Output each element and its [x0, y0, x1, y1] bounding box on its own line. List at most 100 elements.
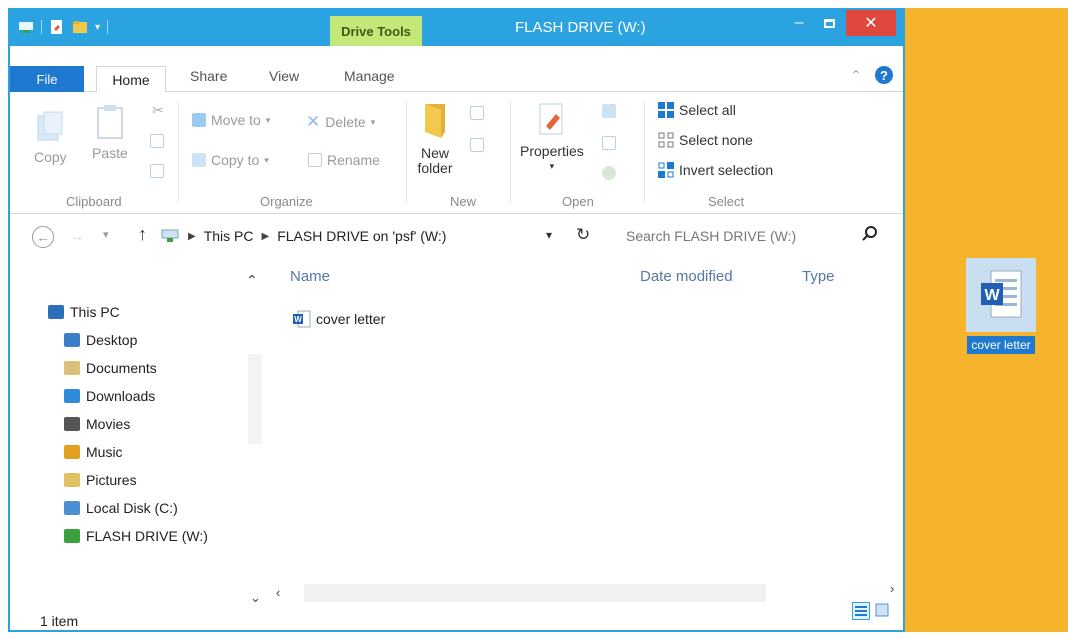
properties-icon [539, 103, 563, 135]
movies-icon [64, 417, 80, 431]
nav-item-label: FLASH DRIVE (W:) [86, 528, 208, 544]
nav-item-movies[interactable]: Movies [64, 416, 130, 432]
easy-access-icon[interactable] [470, 138, 484, 152]
scroll-up-icon[interactable]: ⌃ [246, 272, 258, 289]
minimize-button[interactable]: – [786, 10, 812, 36]
scroll-left-icon[interactable]: ‹ [276, 585, 280, 600]
new-folder-button[interactable]: New folder [412, 100, 458, 176]
up-button[interactable]: ↑ [138, 224, 147, 245]
invert-selection-button[interactable]: Invert selection [658, 162, 773, 178]
column-header-type[interactable]: Type [802, 268, 835, 285]
new-folder-icon[interactable] [72, 19, 88, 35]
computer-icon [48, 305, 64, 319]
properties-button[interactable]: Properties ▾ [520, 102, 584, 174]
search-input[interactable]: Search FLASH DRIVE (W:) [626, 228, 796, 244]
address-dropdown-button[interactable]: ▾ [546, 228, 552, 242]
select-all-label: Select all [679, 102, 736, 118]
nav-item-desktop[interactable]: Desktop [64, 332, 137, 348]
group-divider [406, 102, 407, 202]
nav-item-label: Desktop [86, 332, 138, 348]
breadcrumb-separator-icon[interactable]: ▶ [262, 231, 270, 242]
details-view-button[interactable] [852, 602, 870, 620]
paste-button[interactable]: Paste [92, 104, 128, 161]
drive-tools-context-tab[interactable]: Drive Tools [330, 16, 422, 46]
forward-button[interactable]: → [70, 228, 84, 244]
select-none-label: Select none [679, 132, 753, 148]
toolbar-separator [41, 20, 42, 34]
cut-icon[interactable]: ✂ [152, 102, 164, 119]
nav-scrollbar[interactable] [248, 354, 262, 444]
list-item[interactable]: W cover letter [292, 310, 385, 328]
collapse-ribbon-icon[interactable]: ⌃ [851, 68, 861, 82]
nav-item-label: Documents [86, 360, 157, 376]
desktop-file-cover-letter[interactable]: W cover letter [966, 258, 1036, 354]
breadcrumb-flash-drive[interactable]: FLASH DRIVE on 'psf' (W:) [277, 228, 446, 244]
address-bar: ← → ▾ ↑ ▶ This PC ▶ FLASH DRIVE on 'psf'… [10, 216, 903, 256]
explorer-window: ▾ Drive Tools FLASH DRIVE (W:) – ✕ File … [8, 8, 905, 632]
column-header-name[interactable]: Name [290, 268, 330, 285]
search-icon[interactable] [860, 224, 880, 244]
quick-access-toolbar: ▾ [18, 19, 109, 35]
drive-icon[interactable] [18, 19, 34, 35]
copy-path-icon[interactable] [150, 134, 164, 148]
tab-share[interactable]: Share [190, 68, 227, 84]
tab-view[interactable]: View [269, 68, 299, 84]
properties-icon[interactable] [49, 19, 65, 35]
breadcrumb-separator-icon[interactable]: ▶ [188, 231, 196, 242]
window-title: FLASH DRIVE (W:) [515, 19, 646, 36]
horizontal-scrollbar[interactable] [304, 584, 766, 602]
group-divider [178, 102, 179, 202]
move-to-button[interactable]: Move to ▾ [192, 112, 270, 128]
scroll-right-icon[interactable]: › [890, 581, 894, 596]
new-item-icon[interactable] [470, 106, 484, 120]
customize-qat-icon[interactable]: ▾ [95, 22, 100, 33]
rename-icon [308, 153, 322, 167]
select-none-button[interactable]: Select none [658, 132, 753, 148]
nav-item-label: Local Disk (C:) [86, 500, 178, 516]
tab-home[interactable]: Home [96, 66, 166, 93]
column-header-date-modified[interactable]: Date modified [640, 268, 733, 285]
nav-item-local-disk[interactable]: Local Disk (C:) [64, 500, 178, 516]
nav-item-downloads[interactable]: Downloads [64, 388, 155, 404]
back-button[interactable]: ← [32, 226, 54, 248]
nav-item-pictures[interactable]: Pictures [64, 472, 137, 488]
delete-icon: ✕ [306, 112, 321, 131]
paste-shortcut-icon[interactable] [150, 164, 164, 178]
title-bar[interactable]: ▾ Drive Tools FLASH DRIVE (W:) – ✕ [10, 10, 903, 46]
copy-button[interactable]: Copy [34, 108, 67, 165]
help-button[interactable]: ? [875, 66, 893, 84]
tab-manage[interactable]: Manage [344, 68, 395, 84]
nav-item-music[interactable]: Music [64, 444, 123, 460]
maximize-button[interactable] [816, 10, 842, 36]
delete-button[interactable]: ✕ Delete ▾ [306, 112, 375, 132]
chevron-down-icon: ▾ [370, 116, 376, 127]
status-item-count: 1 item [40, 613, 79, 629]
large-icons-view-icon [875, 603, 889, 617]
open-icon[interactable] [602, 104, 616, 118]
group-divider [510, 102, 511, 202]
rename-button[interactable]: Rename [308, 152, 380, 168]
nav-item-documents[interactable]: Documents [64, 360, 157, 376]
refresh-button[interactable]: ↻ [576, 225, 590, 245]
paste-label: Paste [92, 145, 128, 161]
history-icon[interactable] [602, 166, 616, 180]
select-all-icon [658, 102, 674, 118]
select-none-icon [658, 132, 674, 148]
close-button[interactable]: ✕ [846, 10, 896, 36]
select-all-button[interactable]: Select all [658, 102, 736, 118]
recent-locations-button[interactable]: ▾ [103, 228, 109, 241]
tab-file[interactable]: File [10, 66, 84, 92]
move-to-icon [192, 113, 206, 127]
copy-to-button[interactable]: Copy to ▾ [192, 152, 269, 168]
large-icons-view-button[interactable] [874, 602, 892, 620]
open-group-label: Open [562, 194, 594, 209]
ribbon-controls: ⌃ ? [851, 66, 893, 84]
nav-item-flash-drive[interactable]: FLASH DRIVE (W:) [64, 528, 208, 544]
properties-label: Properties [520, 143, 584, 159]
edit-icon[interactable] [602, 136, 616, 150]
scroll-down-icon[interactable]: ⌄ [250, 590, 261, 606]
breadcrumb-this-pc[interactable]: This PC [204, 228, 254, 244]
breadcrumb[interactable]: ▶ This PC ▶ FLASH DRIVE on 'psf' (W:) [160, 228, 446, 244]
nav-item-this-pc[interactable]: This PC [48, 304, 120, 320]
flash-drive-icon [161, 229, 179, 242]
